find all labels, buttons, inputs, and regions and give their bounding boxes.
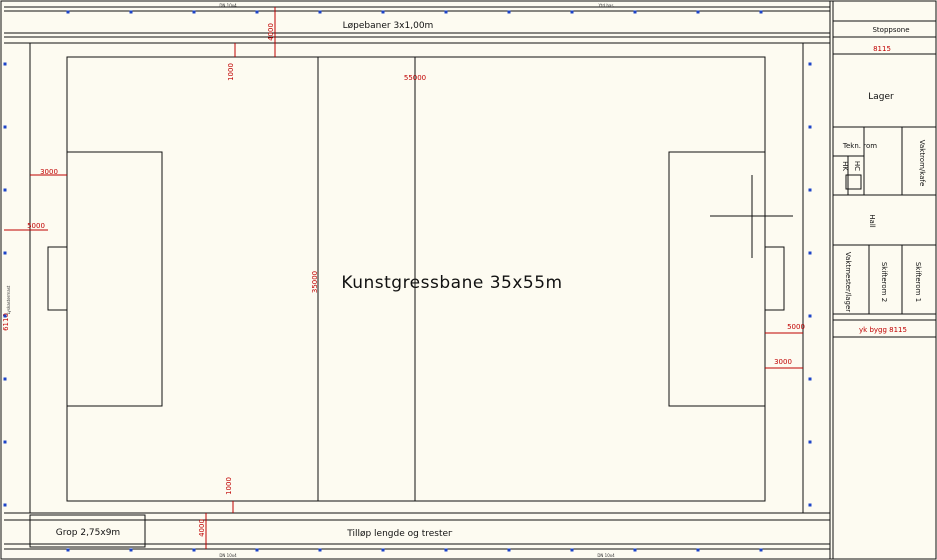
site-plan-drawing: Grop 2,75x9m Løpebaner 3x1,00m Tilløp le… xyxy=(0,0,937,560)
survey-marker xyxy=(3,377,7,381)
survey-marker xyxy=(570,548,574,552)
survey-marker xyxy=(381,10,385,14)
left-goal-box xyxy=(47,246,68,311)
dim-5000-left: 5000 xyxy=(27,222,45,230)
pit-label: Grop 2,75x9m xyxy=(56,528,120,538)
survey-marker xyxy=(507,10,511,14)
survey-marker xyxy=(633,548,637,552)
survey-marker xyxy=(808,377,812,381)
survey-marker xyxy=(808,503,812,507)
dim-1000-top: 1000 xyxy=(227,63,235,81)
survey-marker xyxy=(3,125,7,129)
stop-zone-dim: 8115 xyxy=(873,45,891,53)
dim-field-width: 35000 xyxy=(311,271,319,293)
changing-2-label: Skifterom 2 xyxy=(880,262,888,302)
survey-marker xyxy=(808,314,812,318)
survey-marker xyxy=(3,188,7,192)
survey-marker xyxy=(808,62,812,66)
dim-4000-top: 4000 xyxy=(267,23,275,41)
note-side: Lyskastermast xyxy=(6,285,11,314)
survey-marker xyxy=(759,10,763,14)
storage-label: Lager xyxy=(868,92,894,102)
survey-marker xyxy=(696,10,700,14)
survey-marker xyxy=(3,440,7,444)
survey-marker xyxy=(3,251,7,255)
dim-3000-right: 3000 xyxy=(774,358,792,366)
caretaker-label: Vaktmester/lager xyxy=(844,252,852,312)
hall-label: Hall xyxy=(868,214,876,227)
dim-5000-right: 5000 xyxy=(787,323,805,331)
note-bottom-a: DN 10x4 xyxy=(219,553,237,558)
survey-marker xyxy=(808,251,812,255)
bottom-track-label: Tilløp lengde og trestег xyxy=(346,529,453,539)
survey-marker xyxy=(192,10,196,14)
survey-marker xyxy=(696,548,700,552)
survey-marker xyxy=(129,548,133,552)
host-room-label: Vaktrom/kafe xyxy=(918,140,926,187)
survey-marker xyxy=(808,125,812,129)
survey-marker xyxy=(318,10,322,14)
survey-marker xyxy=(318,548,322,552)
building-dim-label: yk bygg 8115 xyxy=(859,326,907,334)
right-penalty-box xyxy=(668,151,766,407)
field-title: Kunstgressbane 35x55m xyxy=(341,273,562,293)
survey-marker xyxy=(66,548,70,552)
survey-marker xyxy=(808,440,812,444)
dim-field-length: 55000 xyxy=(404,74,426,82)
tech-room-label: Tekn. rom xyxy=(842,142,877,150)
dim-4000-bottom: 4000 xyxy=(198,519,206,537)
survey-marker xyxy=(3,503,7,507)
note-bottom-b: DN 10x4 xyxy=(597,553,615,558)
note-top-b: Ytd bas xyxy=(598,3,614,8)
survey-marker xyxy=(255,548,259,552)
survey-marker xyxy=(759,548,763,552)
note-top-a: DN 10x4 xyxy=(219,3,237,8)
survey-marker xyxy=(444,548,448,552)
top-track-label: Løpebaner 3x1,00m xyxy=(343,21,434,31)
survey-marker xyxy=(381,548,385,552)
stop-zone-label: Stoppsone xyxy=(872,26,909,34)
right-goal-box xyxy=(764,246,785,311)
changing-1-label: Skifterom 1 xyxy=(914,262,922,302)
survey-marker xyxy=(255,10,259,14)
survey-marker xyxy=(507,548,511,552)
hc-label: HC xyxy=(853,161,861,171)
survey-marker xyxy=(192,548,196,552)
survey-marker xyxy=(129,10,133,14)
dim-1000-bottom: 1000 xyxy=(225,477,233,495)
survey-marker xyxy=(808,188,812,192)
survey-marker xyxy=(633,10,637,14)
survey-marker xyxy=(3,314,7,318)
top-track xyxy=(4,6,830,513)
left-penalty-box xyxy=(66,151,163,407)
hk-label: HK xyxy=(841,161,849,171)
survey-marker xyxy=(66,10,70,14)
survey-marker xyxy=(570,10,574,14)
survey-marker xyxy=(444,10,448,14)
survey-marker xyxy=(3,62,7,66)
